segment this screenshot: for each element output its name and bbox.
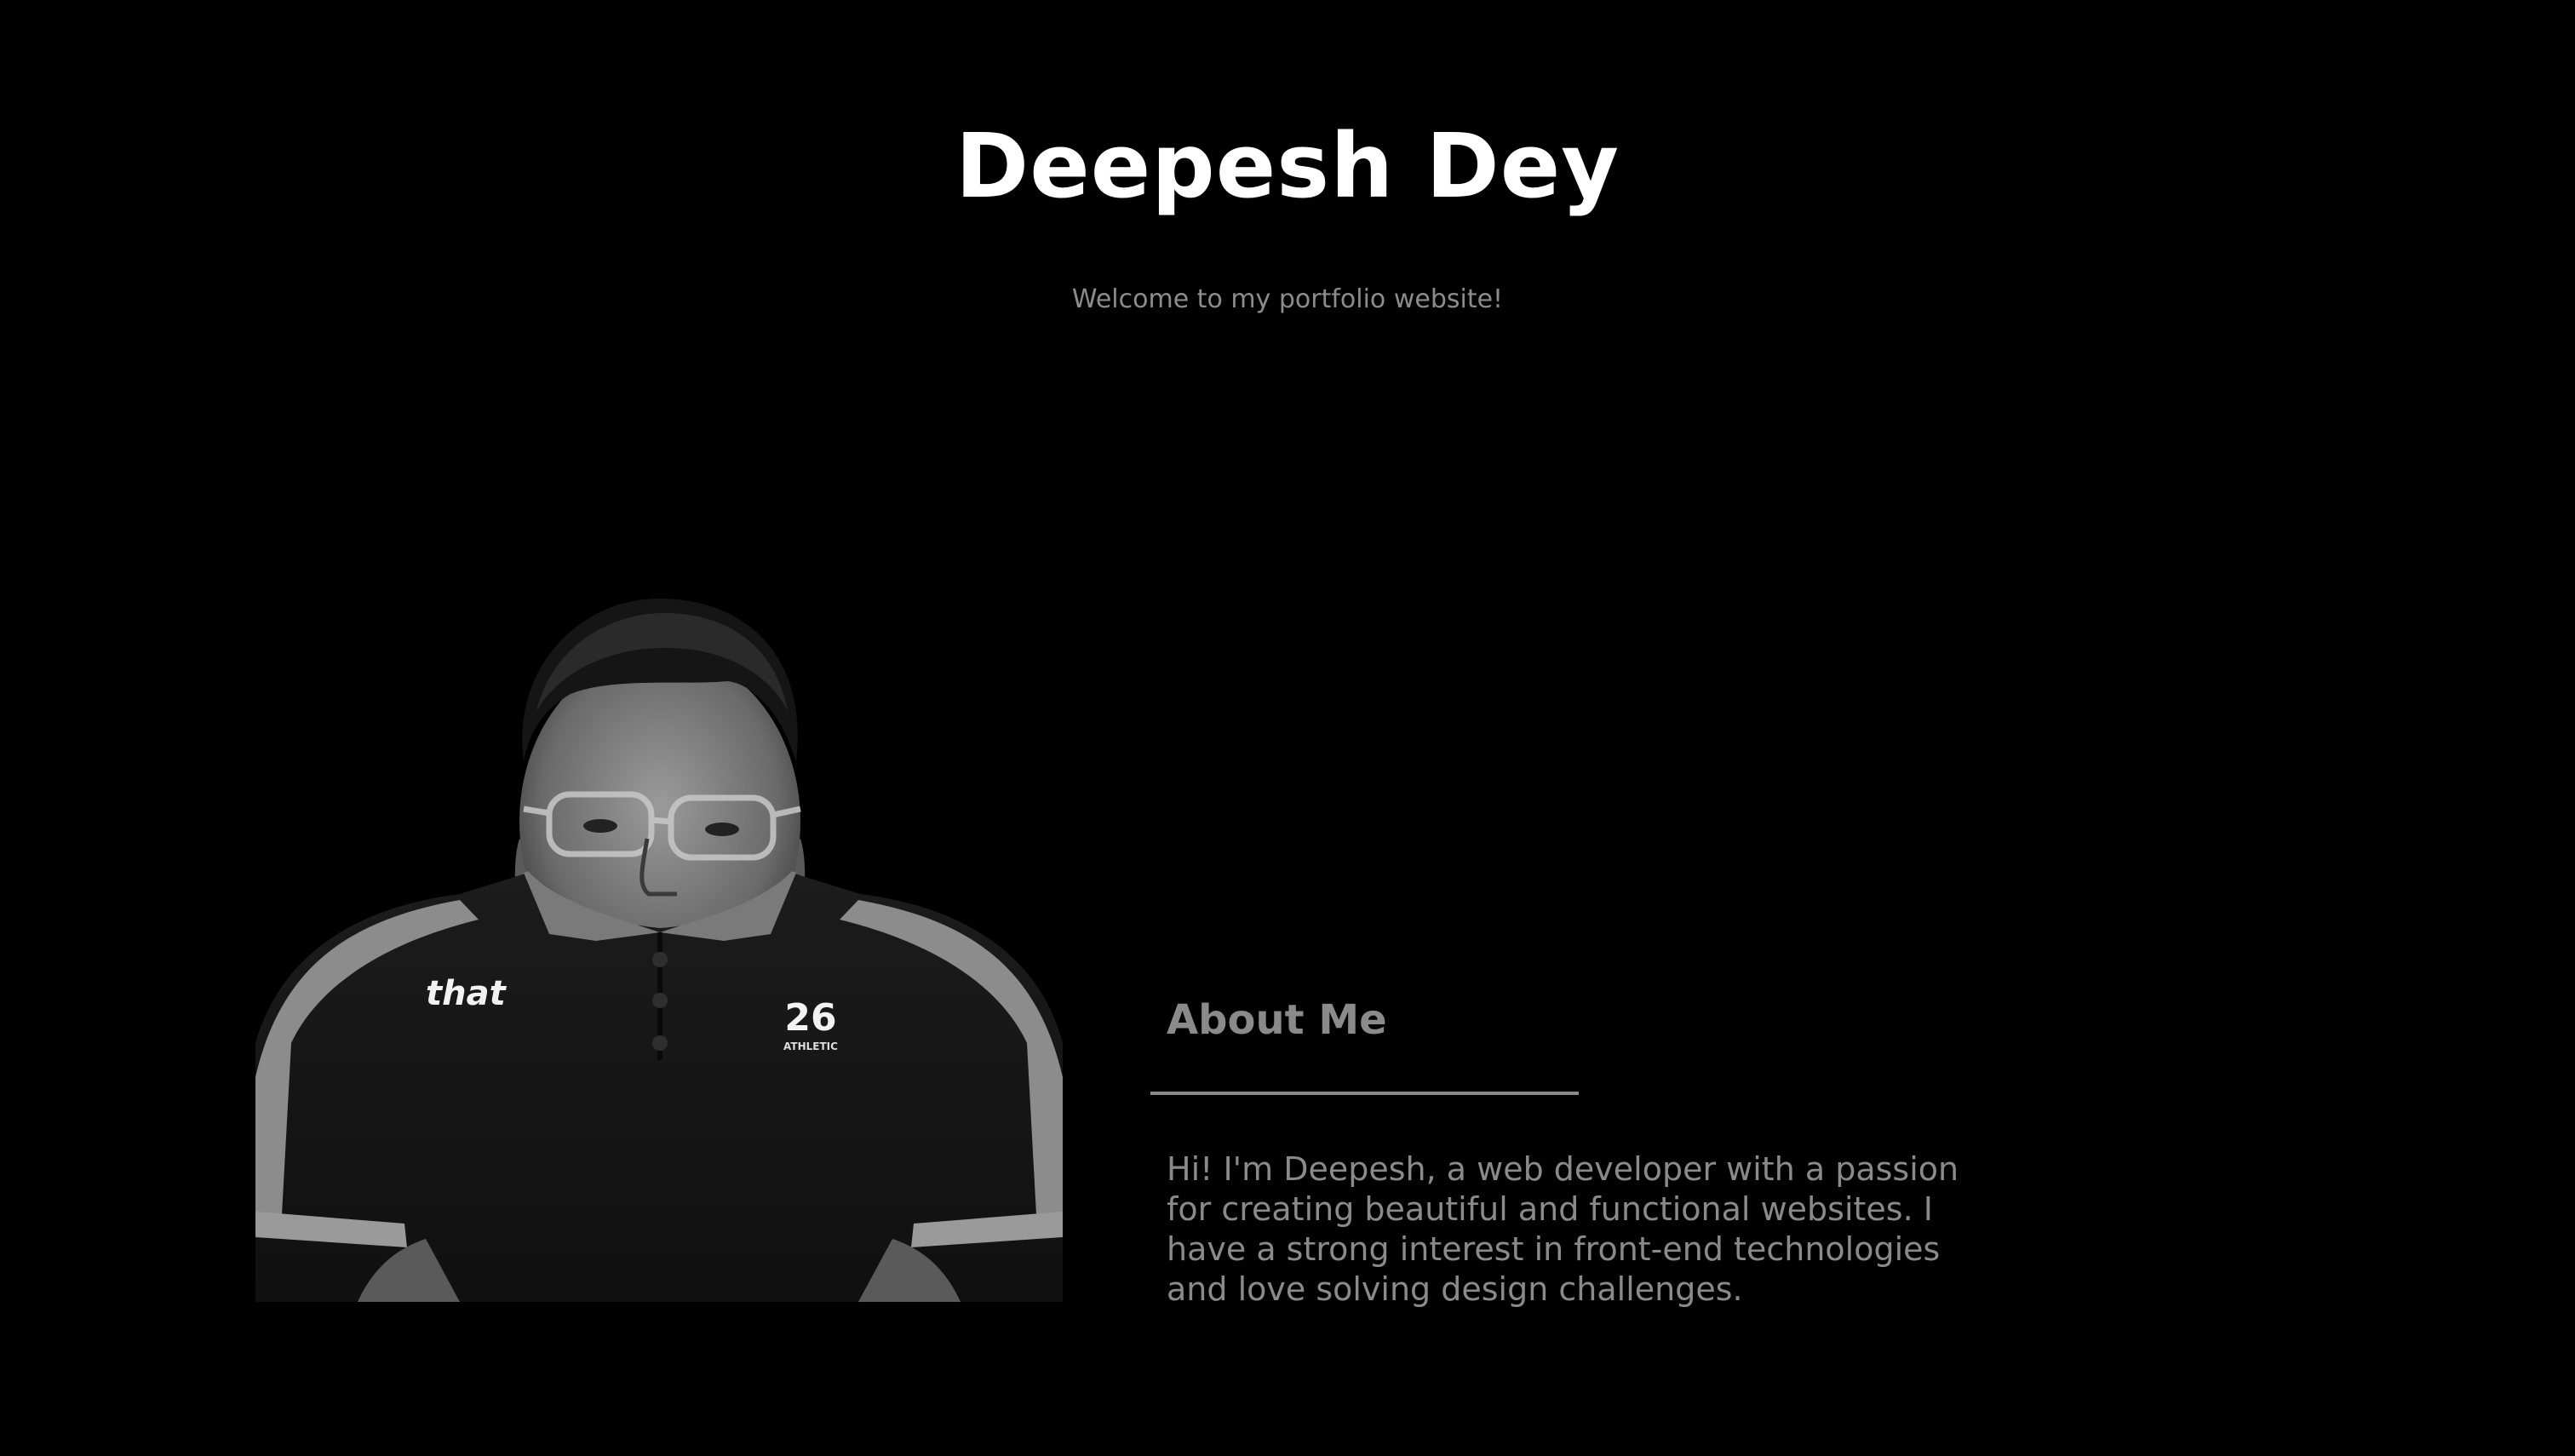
about-heading: About Me bbox=[1167, 996, 1387, 1044]
profile-photo: that 26 ATHLETIC bbox=[255, 566, 1063, 1302]
site-subtitle: Welcome to my portfolio website! bbox=[1071, 284, 1504, 314]
site-title: Deepesh Dey bbox=[955, 114, 1620, 218]
about-text: Hi! I'm Deepesh, a web developer with a … bbox=[1167, 1150, 1959, 1308]
shirt-number: 26 bbox=[784, 996, 836, 1040]
about-divider bbox=[1150, 1092, 1579, 1095]
shirt-badge-text: ATHLETIC bbox=[783, 1040, 838, 1052]
shirt-logo: that bbox=[426, 974, 508, 1013]
